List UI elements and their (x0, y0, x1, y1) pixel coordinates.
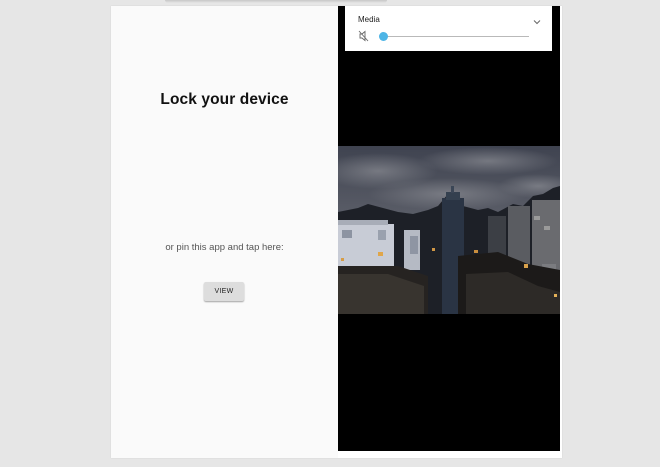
volume-panel: Media (345, 6, 552, 51)
window-shadow (165, 0, 387, 3)
volume-slider-track[interactable] (385, 35, 529, 37)
night-city-image (338, 146, 560, 314)
pin-instruction: or pin this app and tap here: (165, 242, 284, 253)
volume-slider-thumb[interactable] (379, 32, 388, 41)
view-button[interactable]: VIEW (204, 282, 244, 301)
screen: Lock your device or pin this app and tap… (0, 0, 660, 467)
volume-stream-label: Media (358, 15, 380, 24)
lock-panel: Lock your device or pin this app and tap… (111, 6, 338, 458)
video-frame[interactable] (338, 146, 560, 314)
device-frame: Lock your device or pin this app and tap… (111, 6, 562, 458)
chevron-down-icon[interactable] (532, 14, 542, 25)
speaker-muted-icon[interactable] (357, 29, 371, 43)
video-player[interactable]: Media (338, 6, 560, 451)
lock-title: Lock your device (160, 91, 289, 108)
